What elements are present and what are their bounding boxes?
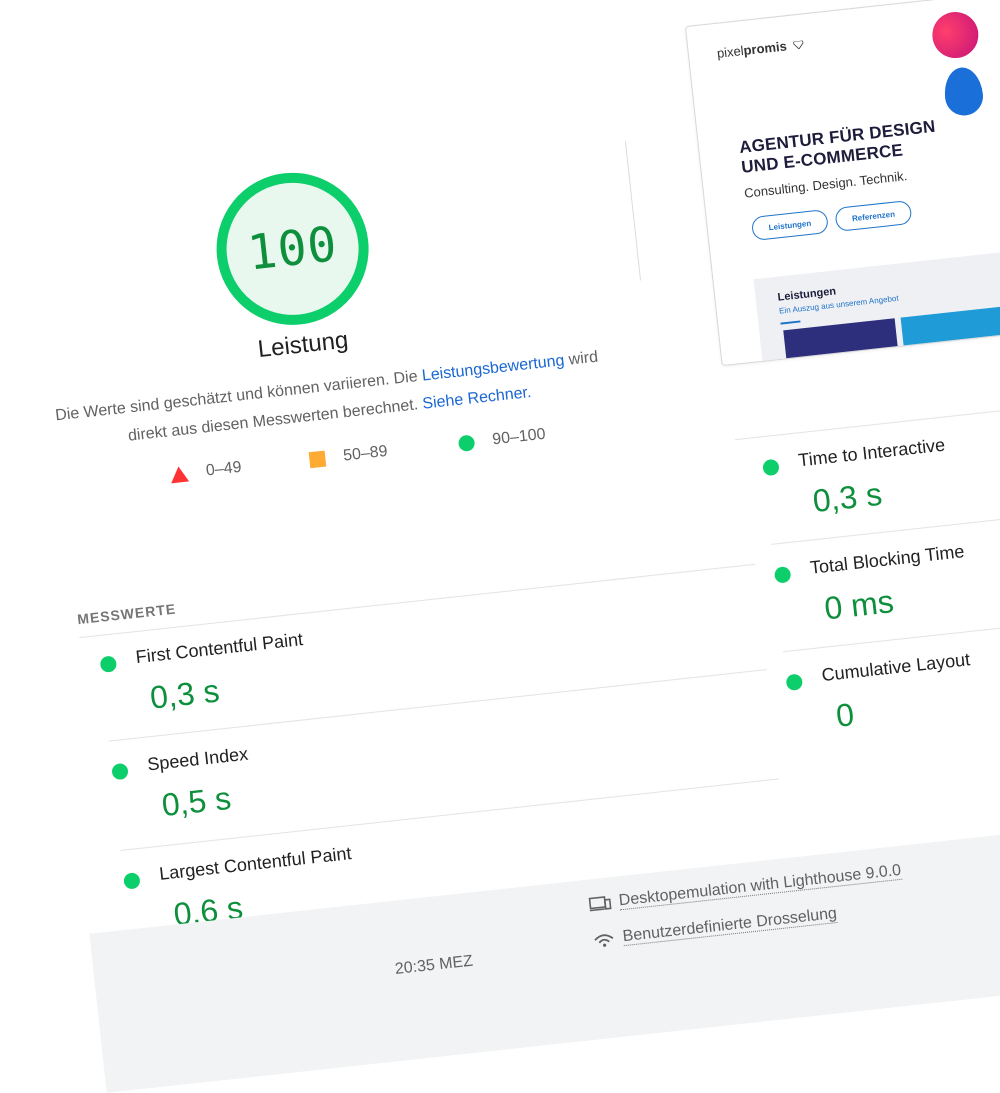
logo-text-light: pixel [716,43,745,61]
site-headline: AGENTUR FÜR DESIGN UND E-COMMERCE [738,117,938,178]
metrics-divider [771,508,1000,545]
pass-circle-icon [123,872,141,890]
pass-circle-icon [773,566,792,584]
metric-label: Speed Index [146,743,250,775]
performance-score-gauge: 100 [208,165,377,333]
diamond-icon [792,40,804,50]
metric-value: 0 [834,696,856,734]
referenzen-button[interactable]: Referenzen [834,199,913,232]
metric-value: 0 ms [822,583,896,627]
legend-fail: 0–49 [169,459,242,485]
square-icon [308,450,327,469]
circle-icon [457,434,476,453]
legend-fail-range: 0–49 [205,458,243,480]
metrics-section-title: MESSWERTE [76,600,177,628]
metric-label: Total Blocking Time [808,541,966,578]
wifi-icon [594,934,614,947]
final-screenshot[interactable]: pixelpromis AGENTUR FÜR DESIGN UND E-COM… [684,0,1000,367]
metric-label: Largest Contentful Paint [158,843,353,884]
pass-circle-icon [785,673,804,692]
metric-label: First Contentful Paint [134,629,304,668]
site-logo: pixelpromis [716,37,804,61]
metrics-divider [734,400,1000,441]
calculator-link[interactable]: Siehe Rechner. [422,384,533,413]
legend-pass: 90–100 [457,425,547,453]
legend-average: 50–89 [308,442,389,469]
gauge-divider [624,141,642,281]
legend-pass-range: 90–100 [491,425,547,449]
metric-label: Time to Interactive [797,434,947,471]
triangle-icon [169,465,190,484]
pass-circle-icon [99,655,118,673]
metrics-divider [79,563,756,639]
metrics-divider [782,615,1000,653]
performance-title: Leistung [256,326,350,364]
performance-score: 100 [244,216,341,282]
decorative-pink-blob [930,9,981,61]
logo-text-bold: promis [742,38,788,58]
legend-average-range: 50–89 [342,442,389,465]
performance-score-link[interactable]: Leistungsbewertung [421,352,565,384]
pass-circle-icon [111,762,129,781]
decorative-blue-drop [942,65,985,118]
metric-label: Cumulative Layout [820,649,972,686]
metric-value: 0,3 s [810,475,884,520]
pass-circle-icon [762,458,780,477]
metric-value: 0,3 s [148,672,222,716]
device-icon [588,895,612,912]
metric-value: 0,5 s [159,779,233,824]
leistungen-button[interactable]: Leistungen [750,208,829,242]
